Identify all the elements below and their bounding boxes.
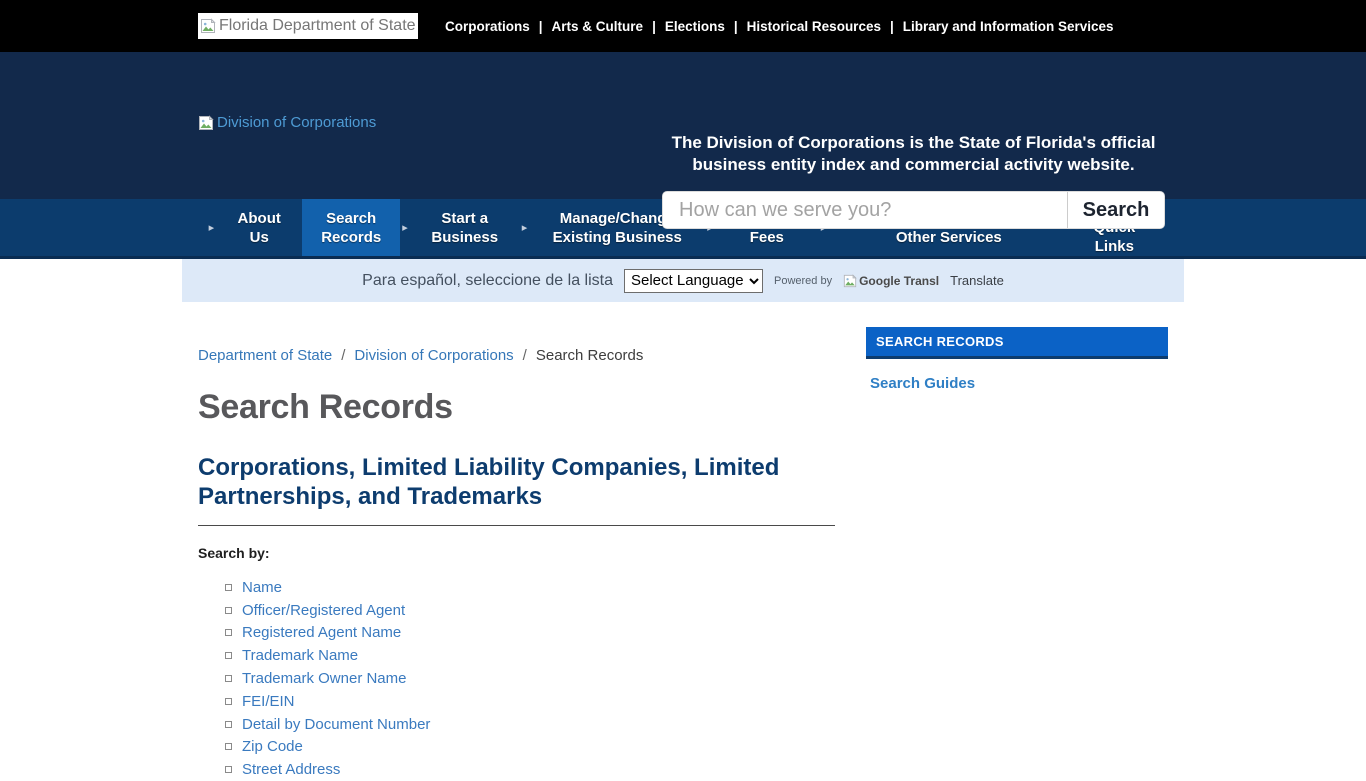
nav-item-search-records[interactable]: Search Records (302, 199, 400, 256)
topbar-nav: Corporations | Arts & Culture | Election… (445, 19, 1114, 34)
square-bullet-icon (225, 652, 232, 659)
breadcrumb: Department of State / Division of Corpor… (198, 347, 835, 364)
division-logo-alt-text: Division of Corporations (217, 114, 376, 131)
search-link-zip-code[interactable]: Zip Code (242, 738, 303, 755)
site-tagline: The Division of Corporations is the Stat… (662, 132, 1165, 176)
separator: | (734, 19, 738, 34)
square-bullet-icon (225, 629, 232, 636)
nav-chevron-right-icon (522, 199, 528, 256)
search-link-fei-ein[interactable]: FEI/EIN (242, 693, 295, 710)
breadcrumb-current-page: Search Records (536, 347, 644, 364)
list-item: Officer/Registered Agent (225, 599, 835, 622)
list-item: FEI/EIN (225, 690, 835, 713)
florida-dos-logo-alt-text: Florida Department of State (219, 17, 416, 35)
site-search-input[interactable] (663, 192, 1067, 228)
separator: | (539, 19, 543, 34)
square-bullet-icon (225, 766, 232, 773)
topbar-link-library-information-services[interactable]: Library and Information Services (903, 19, 1114, 34)
topbar-link-elections[interactable]: Elections (665, 19, 725, 34)
separator: | (652, 19, 656, 34)
search-link-street-address[interactable]: Street Address (242, 761, 340, 778)
breadcrumb-division-of-corporations[interactable]: Division of Corporations (354, 347, 513, 364)
translate-label[interactable]: Translate (950, 273, 1004, 288)
division-of-corporations-logo-broken-image[interactable]: Division of Corporations (198, 114, 376, 131)
content-area: Department of State / Division of Corpor… (182, 302, 1184, 781)
list-item: Trademark Name (225, 644, 835, 667)
broken-image-icon (200, 18, 216, 34)
google-translate-alt-text: Google Transl (859, 274, 939, 288)
list-item: Street Address (225, 758, 835, 781)
search-link-trademark-name[interactable]: Trademark Name (242, 647, 358, 664)
search-link-name[interactable]: Name (242, 579, 282, 596)
tagline-line-1: The Division of Corporations is the Stat… (672, 133, 1156, 152)
sidebar-link-search-guides[interactable]: Search Guides (870, 375, 975, 392)
square-bullet-icon (225, 743, 232, 750)
list-item: Zip Code (225, 736, 835, 759)
tagline-line-2: business entity index and commercial act… (692, 155, 1134, 174)
list-item: Trademark Owner Name (225, 667, 835, 690)
square-bullet-icon (225, 698, 232, 705)
top-black-bar: Florida Department of State Corporations… (0, 0, 1366, 52)
nav-item-about-us[interactable]: About Us (216, 199, 302, 256)
nav-item-start-a-business[interactable]: Start a Business (410, 199, 520, 256)
section-heading: Corporations, Limited Liability Companie… (198, 453, 835, 526)
sidebar: SEARCH RECORDS Search Guides (866, 302, 1168, 781)
broken-image-icon (843, 274, 857, 288)
powered-by-label: Powered by (774, 275, 832, 287)
list-item: Registered Agent Name (225, 622, 835, 645)
site-search-button[interactable]: Search (1067, 192, 1164, 228)
breadcrumb-separator: / (523, 347, 527, 364)
square-bullet-icon (225, 584, 232, 591)
site-search-box: Search (662, 191, 1165, 229)
search-by-label: Search by: (198, 545, 835, 561)
search-link-registered-agent-name[interactable]: Registered Agent Name (242, 624, 401, 641)
language-prompt: Para español, seleccione de la lista (362, 272, 613, 290)
search-link-detail-by-document-number[interactable]: Detail by Document Number (242, 716, 430, 733)
search-link-trademark-owner-name[interactable]: Trademark Owner Name (242, 670, 407, 687)
nav-chevron-right-icon (402, 199, 408, 256)
list-item: Name (225, 576, 835, 599)
square-bullet-icon (225, 607, 232, 614)
square-bullet-icon (225, 675, 232, 682)
nav-chevron-right-icon (209, 199, 215, 256)
topbar-link-historical-resources[interactable]: Historical Resources (747, 19, 881, 34)
search-link-officer-registered-agent[interactable]: Officer/Registered Agent (242, 602, 405, 619)
search-by-list: Name Officer/Registered Agent Registered… (198, 576, 835, 781)
broken-image-icon (198, 115, 214, 131)
list-item: Detail by Document Number (225, 713, 835, 736)
separator: | (890, 19, 894, 34)
florida-dos-logo-broken-image[interactable]: Florida Department of State (198, 13, 418, 39)
topbar-link-corporations[interactable]: Corporations (445, 19, 530, 34)
language-bar: Para español, seleccione de la lista Sel… (182, 259, 1184, 302)
page-title: Search Records (198, 388, 835, 427)
breadcrumb-department-of-state[interactable]: Department of State (198, 347, 332, 364)
square-bullet-icon (225, 721, 232, 728)
google-translate-broken-image: Google Transl (843, 274, 939, 288)
topbar-link-arts-culture[interactable]: Arts & Culture (552, 19, 644, 34)
breadcrumb-separator: / (341, 347, 345, 364)
sidebar-header-search-records[interactable]: SEARCH RECORDS (866, 327, 1168, 359)
header-banner: Division of Corporations The Division of… (0, 52, 1366, 199)
main-column: Department of State / Division of Corpor… (182, 302, 835, 781)
language-select[interactable]: Select Language (624, 269, 763, 293)
